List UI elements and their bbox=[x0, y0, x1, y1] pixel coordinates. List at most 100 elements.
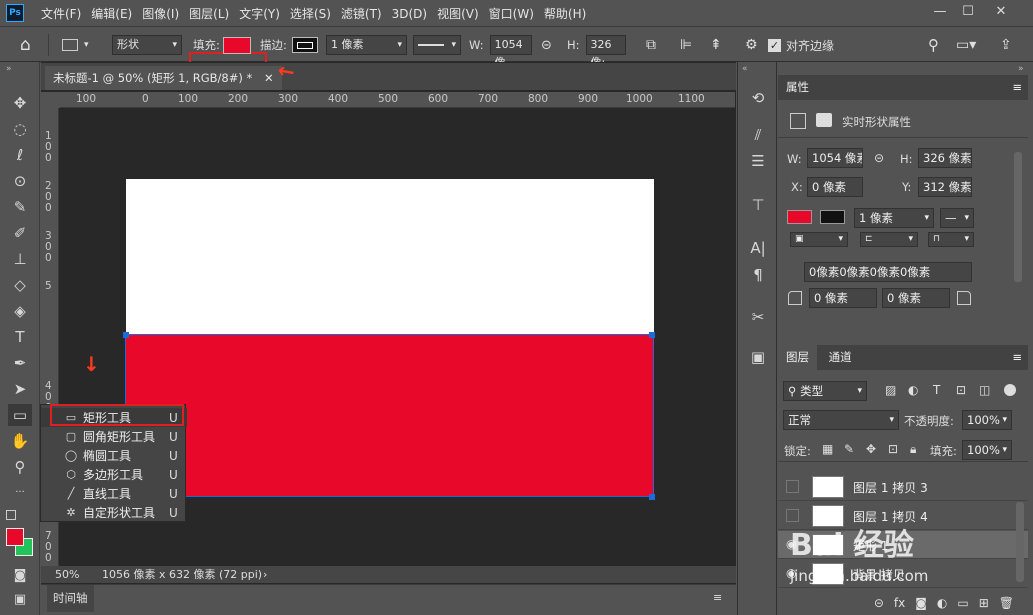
filter-type-icon[interactable]: T bbox=[933, 383, 940, 397]
home-icon[interactable]: ⌂ bbox=[20, 28, 31, 62]
filter-smart-icon[interactable]: ◫ bbox=[979, 383, 990, 397]
screen-mode-icon[interactable]: ▣ bbox=[8, 589, 32, 611]
quick-mask-icon[interactable]: ◙ bbox=[8, 565, 32, 587]
path-alignment-icon[interactable]: ⊫ bbox=[680, 28, 692, 62]
workspace-icon[interactable]: ▭▾ bbox=[956, 28, 976, 62]
filter-pixel-icon[interactable]: ▨ bbox=[885, 383, 896, 397]
delete-layer-icon[interactable]: 🗑︎ bbox=[999, 596, 1014, 610]
lock-pixels-icon[interactable]: ✎ bbox=[844, 442, 854, 456]
flyout-line-tool[interactable]: ╱ 直线工具 U bbox=[41, 484, 187, 503]
mask-properties-icon[interactable] bbox=[816, 113, 832, 127]
blend-mode-select[interactable]: 正常 ▾ bbox=[783, 410, 899, 430]
layer-name[interactable]: 图层 1 拷贝 3 bbox=[853, 479, 928, 496]
corner-tl-input[interactable]: 0 像素 bbox=[809, 288, 877, 308]
panel-menu-icon[interactable]: ≡ bbox=[713, 591, 722, 604]
menu-file[interactable]: 文件(F) bbox=[36, 5, 86, 22]
prop-x-input[interactable]: 0 像素 bbox=[807, 177, 863, 197]
menu-window[interactable]: 窗口(W) bbox=[484, 5, 539, 22]
panel-menu-icon[interactable]: ≡ bbox=[1012, 345, 1022, 370]
status-chevron-icon[interactable]: › bbox=[263, 566, 267, 583]
fill-swatch[interactable] bbox=[222, 36, 251, 54]
path-arrangement-icon[interactable]: ⇞ bbox=[710, 28, 722, 62]
tools-preset-icon[interactable]: ✂ bbox=[746, 306, 770, 328]
expand-icon[interactable]: « bbox=[742, 64, 748, 74]
menu-select[interactable]: 选择(S) bbox=[285, 5, 336, 22]
stamp-tool-icon[interactable]: ⊥ bbox=[8, 248, 32, 270]
eraser-tool-icon[interactable]: ◇ bbox=[8, 274, 32, 296]
menu-view[interactable]: 视图(V) bbox=[432, 5, 484, 22]
eyedropper-tool-icon[interactable]: ✎ bbox=[8, 196, 32, 218]
paint-bucket-tool-icon[interactable]: ◈ bbox=[8, 300, 32, 322]
navigator-icon[interactable]: ▣ bbox=[746, 346, 770, 368]
menu-help[interactable]: 帮助(H) bbox=[539, 5, 591, 22]
lock-all-icon[interactable]: 🔒︎ bbox=[910, 442, 916, 457]
filter-toggle[interactable] bbox=[1004, 384, 1016, 396]
prop-y-input[interactable]: 312 像素 bbox=[918, 177, 972, 197]
zoom-level[interactable]: 50% bbox=[55, 566, 79, 583]
layer-filter-select[interactable]: ⚲ 类型 ▾ bbox=[783, 381, 867, 401]
stroke-swatch[interactable] bbox=[291, 37, 318, 53]
brush-tool-icon[interactable]: ✐ bbox=[8, 222, 32, 244]
menu-type[interactable]: 文字(Y) bbox=[234, 5, 285, 22]
rectangle-shape[interactable] bbox=[125, 334, 654, 497]
collapse-panel-icon[interactable]: » bbox=[1018, 64, 1024, 74]
stroke-cap-select[interactable]: ⊏ ▾ bbox=[860, 232, 918, 247]
flyout-custom-shape-tool[interactable]: ✲ 自定形状工具 U bbox=[41, 503, 187, 522]
properties-scrollbar[interactable] bbox=[1014, 152, 1022, 282]
filter-adjust-icon[interactable]: ◐ bbox=[908, 383, 918, 397]
fill-input[interactable]: 100% ▾ bbox=[962, 440, 1012, 460]
stroke-join-select[interactable]: ⊓ ▾ bbox=[928, 232, 974, 247]
minimize-button[interactable]: — bbox=[929, 2, 951, 22]
gear-icon[interactable]: ⚙ bbox=[745, 28, 758, 62]
close-tab-icon[interactable]: ✕ bbox=[264, 71, 274, 85]
timeline-tab[interactable]: 时间轴 bbox=[47, 585, 94, 612]
lock-position-icon[interactable]: ✥ bbox=[866, 442, 876, 456]
group-icon[interactable]: ▭ bbox=[957, 596, 968, 610]
layers-scrollbar[interactable] bbox=[1016, 502, 1024, 582]
default-colors-icon[interactable] bbox=[6, 510, 16, 520]
filter-shape-icon[interactable]: ⊡ bbox=[956, 383, 966, 397]
collapse-icon[interactable]: » bbox=[6, 64, 12, 74]
add-mask-icon[interactable]: ◙ bbox=[915, 596, 927, 610]
channels-tab[interactable]: 通道 bbox=[821, 350, 860, 364]
prop-stroke-swatch[interactable] bbox=[820, 210, 845, 224]
prop-width-input[interactable]: 1054 像素 bbox=[807, 148, 863, 168]
corner-tr-input[interactable]: 0 像素 bbox=[882, 288, 950, 308]
tool-preset-picker[interactable]: ▾ bbox=[62, 28, 89, 62]
maximize-button[interactable]: ☐ bbox=[957, 2, 979, 22]
menu-edit[interactable]: 编辑(E) bbox=[86, 5, 137, 22]
pen-tool-icon[interactable]: ✒ bbox=[8, 352, 32, 374]
quick-select-tool-icon[interactable]: ⊙ bbox=[8, 170, 32, 192]
history-icon[interactable]: ⟲ bbox=[746, 87, 770, 109]
layer-row[interactable]: 图层 1 拷贝 3 bbox=[778, 473, 1028, 501]
lasso-tool-icon[interactable]: ℓ bbox=[8, 144, 32, 166]
flyout-rounded-rectangle-tool[interactable]: ▢ 圆角矩形工具 U bbox=[41, 427, 187, 446]
lock-artboard-icon[interactable]: ⊡ bbox=[888, 442, 898, 456]
prop-stroke-width[interactable]: 1 像素 ▾ bbox=[854, 208, 934, 228]
transform-handle[interactable] bbox=[649, 332, 655, 338]
zoom-tool-icon[interactable]: ⚲ bbox=[8, 456, 32, 478]
marquee-tool-icon[interactable]: ◌ bbox=[8, 118, 32, 140]
rectangle-tool-icon[interactable]: ▭ bbox=[8, 404, 32, 426]
adjustment-layer-icon[interactable]: ◐ bbox=[937, 596, 947, 610]
shape-mode-select[interactable]: 形状 ▾ bbox=[112, 35, 182, 55]
search-icon[interactable]: ⚲ bbox=[928, 28, 939, 62]
link-dimensions-icon[interactable]: ⊝ bbox=[874, 151, 884, 165]
hand-tool-icon[interactable]: ✋ bbox=[8, 430, 32, 452]
layers-tab[interactable]: 图层 bbox=[778, 345, 817, 370]
move-tool-icon[interactable]: ✥ bbox=[8, 92, 32, 114]
properties-tab[interactable]: 属性 bbox=[786, 80, 809, 94]
flyout-polygon-tool[interactable]: ⬡ 多边形工具 U bbox=[41, 465, 187, 484]
transform-handle[interactable] bbox=[123, 332, 129, 338]
prop-stroke-type[interactable]: — ▾ bbox=[940, 208, 974, 228]
new-layer-icon[interactable]: ⊞ bbox=[979, 596, 989, 610]
menu-filter[interactable]: 滤镜(T) bbox=[336, 5, 387, 22]
more-tools-icon[interactable]: ··· bbox=[8, 482, 32, 504]
character-icon[interactable]: A| bbox=[746, 237, 770, 259]
brush-settings-icon[interactable]: ⫽ bbox=[746, 124, 770, 146]
link-layers-icon[interactable]: ⊝ bbox=[874, 596, 884, 610]
height-input[interactable]: 326 像: bbox=[585, 35, 626, 69]
opacity-input[interactable]: 100% ▾ bbox=[962, 410, 1012, 430]
adjustments-icon[interactable]: ☰ bbox=[746, 150, 770, 172]
flyout-ellipse-tool[interactable]: ◯ 椭圆工具 U bbox=[41, 446, 187, 465]
